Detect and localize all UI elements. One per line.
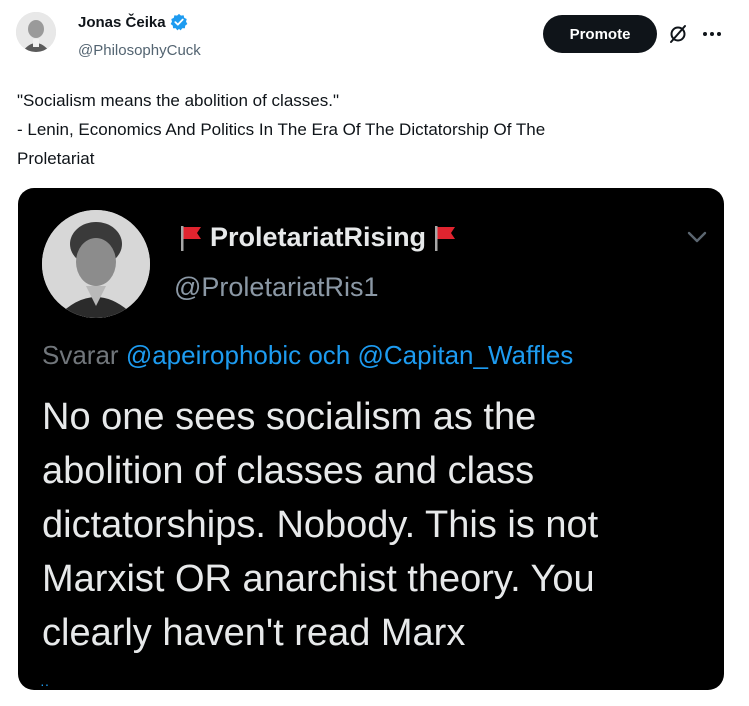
embedded-display-name: ProletariatRising <box>210 222 427 252</box>
grok-icon[interactable] <box>668 24 688 44</box>
tweet-text-line: - Lenin, Economics And Politics In The E… <box>17 120 546 139</box>
red-flag-icon <box>432 224 458 252</box>
author-display-name[interactable]: Jonas Čeika <box>78 14 166 31</box>
chevron-down-icon <box>685 228 709 246</box>
tweet-text-line: Proletariat <box>17 149 95 168</box>
author-avatar[interactable] <box>16 12 56 52</box>
embedded-body-line: clearly haven't read Marx <box>42 612 466 654</box>
verified-badge-icon <box>170 13 188 31</box>
more-options-icon[interactable] <box>700 24 724 44</box>
embedded-handle: @ProletariatRis1 <box>174 272 379 302</box>
reply-mention: @apeirophobic <box>125 340 302 370</box>
red-flag-icon <box>178 224 204 252</box>
reply-mention: @Capitan_Waffles <box>357 340 574 370</box>
promote-button[interactable]: Promote <box>543 15 657 53</box>
embedded-body-line: abolition of classes and class <box>42 450 535 492</box>
truncation-marker-icon: ·· <box>40 676 50 690</box>
author-name-row[interactable]: Jonas Čeika <box>78 13 188 31</box>
reply-prefix: Svarar <box>42 340 119 370</box>
embedded-reply-context: Svarar @apeirophobic och @Capitan_Waffle… <box>42 340 573 371</box>
embedded-name-row: ProletariatRising <box>178 222 458 253</box>
tweet-text: "Socialism means the abolition of classe… <box>17 86 727 173</box>
embedded-body-line: No one sees socialism as the <box>42 396 537 438</box>
reply-conjunction: och <box>308 340 351 370</box>
embedded-body-line: dictatorships. Nobody. This is not <box>42 504 599 546</box>
embedded-screenshot-image[interactable]: ProletariatRising @ProletariatRis1 Svara… <box>18 188 724 690</box>
embedded-body-line: Marxist OR anarchist theory. You <box>42 558 595 600</box>
embedded-author-avatar <box>42 210 150 318</box>
tweet-text-line: "Socialism means the abolition of classe… <box>17 91 339 110</box>
embedded-tweet-body: No one sees socialism as the abolition o… <box>42 390 712 660</box>
tweet-card: Jonas Čeika @PhilosophyCuck Promote "Soc… <box>0 0 749 706</box>
author-handle[interactable]: @PhilosophyCuck <box>78 42 201 59</box>
